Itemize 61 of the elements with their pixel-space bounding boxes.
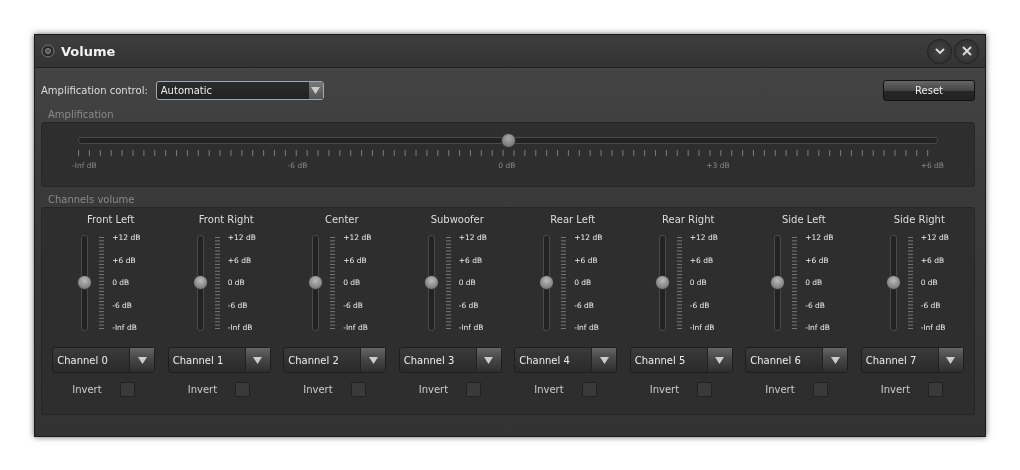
invert-checkbox[interactable] <box>119 382 135 397</box>
output-dropdown[interactable]: Channel 4 <box>514 347 618 373</box>
channel-name: Side Left <box>781 214 826 225</box>
invert-checkbox[interactable] <box>466 382 482 397</box>
slider-thumb[interactable] <box>308 275 324 290</box>
section-title: Channels volume <box>48 194 136 205</box>
dropdown-arrow-icon <box>137 356 147 364</box>
channel-name: Front Right <box>198 214 254 225</box>
invert-checkbox[interactable] <box>350 382 366 397</box>
slider-thumb[interactable] <box>501 133 516 148</box>
slider-thumb[interactable] <box>423 275 439 290</box>
dropdown-arrow-icon <box>599 356 609 364</box>
output-dropdown[interactable]: Channel 6 <box>745 347 849 373</box>
dropdown-arrow-icon <box>484 356 494 364</box>
slider-thumb[interactable] <box>885 275 901 290</box>
invert-checkbox[interactable] <box>581 382 597 397</box>
output-dropdown[interactable]: Channel 1 <box>167 347 271 373</box>
output-dropdown[interactable]: Channel 7 <box>860 347 964 373</box>
slider-thumb[interactable] <box>77 275 93 290</box>
invert-checkbox[interactable] <box>235 382 251 397</box>
dropdown-arrow-icon <box>715 356 725 364</box>
dropdown-arrow-icon <box>368 356 378 364</box>
amplification-control-label: Amplification control: <box>41 84 148 96</box>
slider-thumb[interactable] <box>770 275 786 290</box>
invert-label: Invert <box>72 384 102 395</box>
window-title: Volume <box>61 43 116 59</box>
output-dropdown[interactable]: Channel 0 <box>52 347 156 373</box>
slider-thumb[interactable] <box>654 275 670 290</box>
channel-name: Side Right <box>893 214 945 225</box>
invert-checkbox[interactable] <box>928 382 944 397</box>
channel-name: Rear Left <box>550 214 596 225</box>
invert-label: Invert <box>765 384 795 395</box>
close-icon <box>960 45 973 57</box>
slider-thumb[interactable] <box>539 275 555 290</box>
channel-name: Front Left <box>87 214 135 225</box>
invert-label: Invert <box>649 384 680 395</box>
invert-label: Invert <box>418 384 449 395</box>
channel-name: Subwoofer <box>430 214 484 225</box>
invert-checkbox[interactable] <box>812 382 828 397</box>
invert-checkbox[interactable] <box>697 382 713 397</box>
close-button[interactable] <box>954 38 979 64</box>
slider-thumb[interactable] <box>192 275 208 290</box>
dropdown-arrow-icon <box>253 356 263 364</box>
chevron-down-icon <box>933 45 946 57</box>
invert-label: Invert <box>187 384 218 395</box>
reset-button[interactable]: Reset <box>883 79 975 101</box>
invert-label: Invert <box>880 384 911 395</box>
section-title: Amplification <box>48 109 115 120</box>
output-dropdown[interactable]: Channel 2 <box>283 347 387 373</box>
speaker-icon <box>41 44 55 58</box>
dropdown-arrow-icon <box>830 356 840 364</box>
output-dropdown[interactable]: Channel 3 <box>398 347 502 373</box>
channel-name: Center <box>324 214 359 225</box>
dropdown-arrow-icon <box>946 356 956 364</box>
invert-label: Invert <box>303 384 333 395</box>
dropdown-arrow-icon <box>311 86 321 94</box>
output-dropdown[interactable]: Channel 5 <box>629 347 733 373</box>
amplification-dropdown[interactable]: Automatic <box>155 80 324 100</box>
collapse-button[interactable] <box>927 38 952 64</box>
channel-name: Rear Right <box>662 214 715 225</box>
invert-label: Invert <box>534 384 564 395</box>
